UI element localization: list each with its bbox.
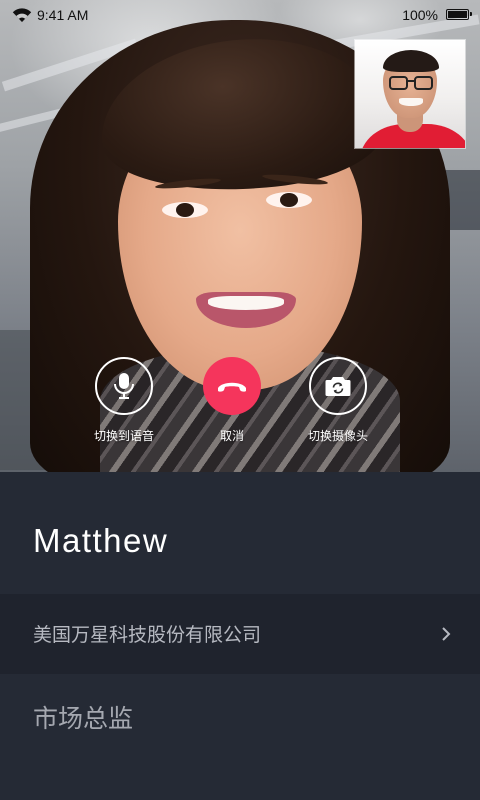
status-time: 9:41 AM xyxy=(37,7,89,23)
battery-icon xyxy=(446,9,472,20)
cancel-call-button[interactable]: 取消 xyxy=(177,357,287,444)
microphone-icon xyxy=(114,373,134,399)
contact-info-panel: Matthew 美国万星科技股份有限公司 市场总监 xyxy=(0,472,480,800)
self-camera-preview[interactable] xyxy=(355,40,465,148)
chevron-right-icon xyxy=(442,627,451,641)
switch-to-voice-button[interactable]: 切换到语音 xyxy=(69,357,179,444)
camera-switch-icon xyxy=(325,377,351,396)
switch-camera-label: 切换摄像头 xyxy=(307,429,368,443)
wifi-icon xyxy=(12,8,32,22)
job-title: 市场总监 xyxy=(33,705,134,733)
contact-name: Matthew xyxy=(33,522,169,559)
company-name: 美国万星科技股份有限公司 xyxy=(33,625,262,646)
cancel-call-label: 取消 xyxy=(219,429,244,443)
battery-percentage: 100% xyxy=(402,7,438,23)
switch-camera-button[interactable]: 切换摄像头 xyxy=(283,357,393,444)
switch-to-voice-label: 切换到语音 xyxy=(93,429,154,443)
company-row[interactable]: 美国万星科技股份有限公司 xyxy=(0,594,480,674)
video-call-screen: 9:41 AM 100% 切换到语音 取消 切换摄像头 Matthew 美国万星… xyxy=(0,0,480,800)
phone-hangup-icon xyxy=(218,382,246,392)
status-bar: 9:41 AM 100% xyxy=(0,0,480,30)
